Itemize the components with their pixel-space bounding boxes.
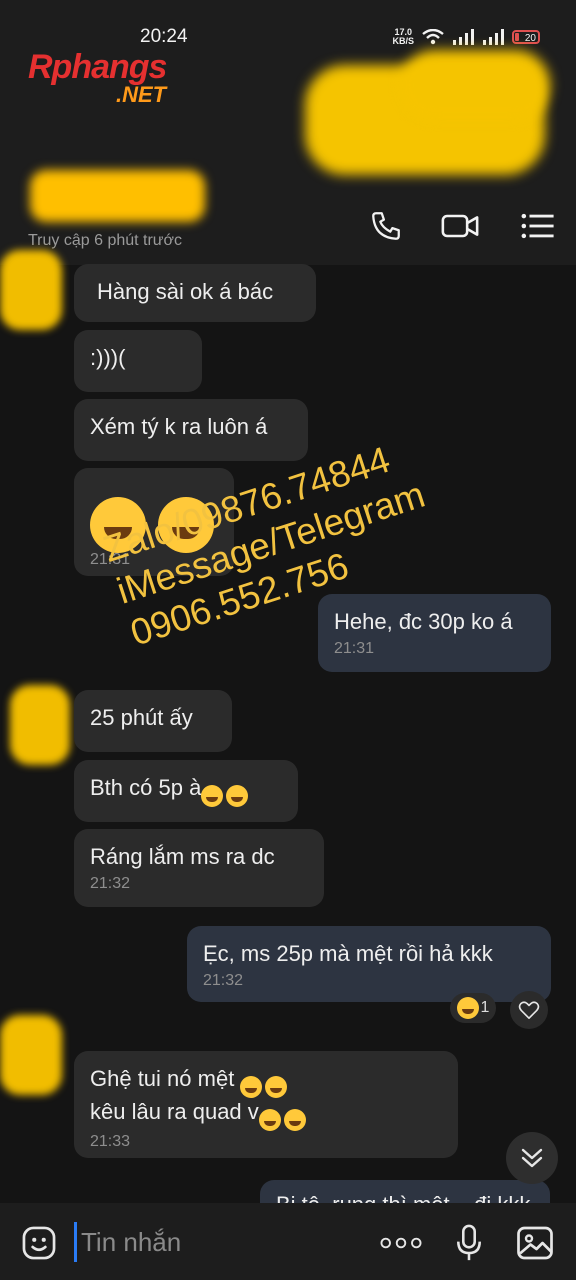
last-seen-status: Truy cập 6 phút trước	[28, 232, 182, 249]
reaction-count: 1	[480, 999, 490, 1016]
status-time: 20:24	[140, 26, 188, 47]
status-icons: 17.0 KB/S 20	[392, 28, 540, 46]
message-text: :)))(	[90, 345, 126, 370]
video-call-button[interactable]	[440, 206, 480, 246]
message-bubble-sent[interactable]: Ẹc, ms 25p mà mệt rồi hả kkk 21:32	[187, 926, 551, 1002]
heart-icon	[518, 1001, 540, 1019]
message-text: Xém tý k ra luôn á	[90, 414, 268, 439]
message-text: Bth có 5p à	[90, 775, 202, 800]
message-bubble[interactable]: Xém tý k ra luôn á	[74, 399, 308, 461]
laughing-emoji: 😂	[201, 785, 224, 807]
laughing-emoji: 😂	[456, 997, 479, 1019]
message-time: 21:32	[203, 972, 244, 989]
message-bubble[interactable]: Ráng lắm ms ra dc 21:32	[74, 829, 324, 907]
scroll-to-bottom-button[interactable]	[506, 1132, 558, 1184]
avatar[interactable]	[0, 250, 62, 330]
laughing-emoji: 😂	[265, 1076, 288, 1098]
message-bubble[interactable]: Ghệ tui nó mệt 😂😂 kêu lâu ra quad v😂😂 21…	[74, 1051, 458, 1158]
laughing-emoji: 😂	[240, 1076, 263, 1098]
laughing-emoji: 😂	[258, 1109, 281, 1131]
message-bubble[interactable]: 25 phút ấy	[74, 690, 232, 752]
message-text-line2: kêu lâu ra quad v	[90, 1099, 259, 1124]
laughing-emoji: 😂	[283, 1109, 306, 1131]
battery-icon: 20	[512, 30, 540, 44]
message-text: Ghệ tui nó mệt	[90, 1066, 241, 1091]
menu-icon	[521, 213, 554, 239]
phone-icon	[372, 212, 400, 240]
message-input[interactable]: Tin nhắn	[74, 1222, 364, 1262]
message-text: Ráng lắm ms ra dc	[90, 844, 275, 869]
message-text: Hehe, đc 30p ko á	[334, 609, 513, 634]
image-button[interactable]	[514, 1222, 556, 1264]
chevron-down-icon	[521, 1148, 543, 1168]
network-speed: 17.0 KB/S	[392, 27, 414, 46]
message-bubble[interactable]: :)))(	[74, 330, 202, 392]
more-icon	[380, 1237, 422, 1249]
mic-icon	[457, 1224, 481, 1261]
message-text: Hàng sài ok á bác	[97, 279, 274, 304]
redacted-area	[400, 50, 550, 120]
message-text: 25 phút ấy	[90, 705, 193, 730]
wifi-icon	[422, 29, 444, 45]
sticker-icon	[22, 1226, 56, 1260]
message-bubble[interactable]: Bth có 5p à😂😂	[74, 760, 298, 822]
message-bubble[interactable]: Hàng sài ok á bác	[74, 264, 316, 322]
sticker-button[interactable]	[18, 1222, 60, 1264]
laughing-emoji: 😂	[226, 785, 249, 807]
avatar[interactable]	[0, 1015, 62, 1095]
call-button[interactable]	[366, 206, 406, 246]
contact-name-redacted[interactable]	[30, 170, 205, 222]
message-time: 21:32	[90, 875, 131, 892]
image-icon	[517, 1226, 553, 1260]
message-time: 21:31	[334, 640, 375, 657]
more-button[interactable]	[380, 1222, 422, 1264]
message-time: 21:33	[90, 1133, 131, 1150]
signal-icon-2	[483, 29, 504, 45]
voice-record-button[interactable]	[448, 1222, 490, 1264]
reaction-badge[interactable]: 😂 1	[450, 993, 496, 1023]
avatar[interactable]	[10, 685, 70, 765]
signal-icon	[453, 29, 474, 45]
message-bubble-sent[interactable]: Hehe, đc 30p ko á 21:31	[318, 594, 551, 672]
watermark-logo: Rphangs .NET	[28, 48, 167, 107]
react-button[interactable]	[510, 991, 548, 1029]
video-call-icon	[441, 214, 479, 238]
message-text: Ẹc, ms 25p mà mệt rồi hả kkk	[203, 941, 493, 966]
menu-button[interactable]	[518, 206, 558, 246]
